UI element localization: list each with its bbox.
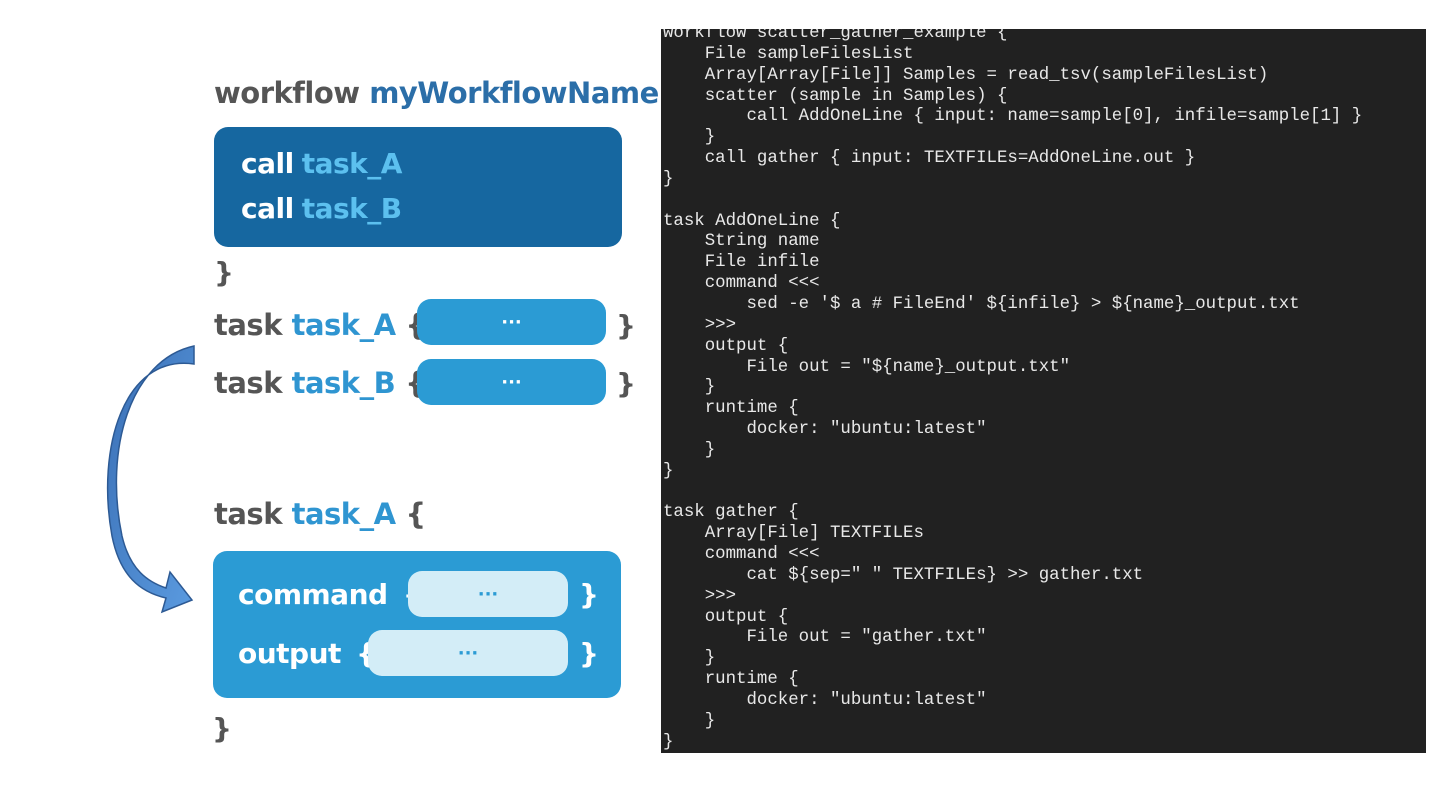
command-label: command {	[238, 578, 423, 611]
call-keyword: call	[241, 192, 294, 225]
code-line: command <<<	[663, 274, 820, 294]
code-line: call gather { input: TEXTFILEs=AddOneLin…	[663, 149, 1196, 169]
workflow-keyword: workflow	[214, 76, 360, 110]
code-line: }	[663, 732, 674, 752]
detail-task-header: task task_A {	[214, 497, 426, 531]
code-line: runtime {	[663, 399, 799, 419]
expand-arrow-icon	[106, 345, 195, 614]
code-line: }	[663, 378, 716, 398]
command-keyword: command	[238, 578, 388, 611]
output-body-pill: ···	[368, 630, 568, 676]
task-keyword: task	[214, 497, 282, 531]
task-b-body-pill: ···	[417, 359, 606, 405]
code-line: }	[663, 461, 674, 481]
code-block: workflow scatter_gather_example { File s…	[663, 29, 1362, 753]
code-line: workflow scatter_gather_example {	[663, 29, 1008, 43]
task-a-close-brace: }	[616, 309, 636, 342]
code-line: Array[File] TEXTFILEs	[663, 524, 924, 544]
detail-close-brace: }	[212, 712, 232, 745]
command-body-pill: ···	[408, 571, 568, 617]
code-line: task gather {	[663, 503, 799, 523]
code-line: sed -e '$ a # FileEnd' ${infile} > ${nam…	[663, 294, 1300, 314]
code-line: String name	[663, 232, 820, 252]
code-line: output {	[663, 607, 789, 627]
command-close-brace: }	[579, 578, 599, 611]
code-line: >>>	[663, 315, 737, 335]
call-task-name: task_B	[301, 192, 402, 225]
task-b-close-brace: }	[616, 367, 636, 400]
wdl-code-panel: workflow scatter_gather_example { File s…	[661, 29, 1426, 753]
code-line: command <<<	[663, 545, 820, 565]
task-detail-block: command { ··· } output { ··· }	[213, 551, 621, 698]
task-row-b: task task_B{	[214, 366, 426, 400]
code-line: }	[663, 169, 674, 189]
code-line: File out = "${name}_output.txt"	[663, 357, 1071, 377]
code-line: Array[Array[File]] Samples = read_tsv(sa…	[663, 65, 1269, 85]
task-a-body-pill: ···	[417, 299, 606, 345]
code-line: output {	[663, 336, 789, 356]
code-line: }	[663, 440, 716, 460]
code-line: docker: "ubuntu:latest"	[663, 691, 987, 710]
call-line-a: call task_A	[241, 147, 402, 180]
code-line: docker: "ubuntu:latest"	[663, 420, 987, 440]
task-name: task_A	[291, 308, 396, 342]
task-row-a: task task_A{	[214, 308, 426, 342]
code-line: runtime {	[663, 670, 799, 690]
code-line: File infile	[663, 253, 820, 273]
call-keyword: call	[241, 147, 294, 180]
code-line: task AddOneLine {	[663, 211, 841, 231]
task-name: task_A	[291, 497, 396, 531]
code-line: cat ${sep=" " TEXTFILEs} >> gather.txt	[663, 565, 1144, 585]
task-keyword: task	[214, 308, 282, 342]
code-line: }	[663, 649, 716, 669]
code-line: scatter (sample in Samples) {	[663, 86, 1008, 106]
code-line: File sampleFilesList	[663, 44, 914, 64]
task-name: task_B	[291, 366, 396, 400]
workflow-call-block: call task_A call task_B	[214, 127, 622, 247]
output-keyword: output	[238, 637, 341, 670]
workflow-name: myWorkflowName	[369, 76, 659, 110]
task-open-brace: {	[405, 497, 427, 531]
code-line: call AddOneLine { input: name=sample[0],…	[663, 107, 1363, 127]
code-line: }	[663, 128, 716, 148]
call-task-name: task_A	[301, 147, 403, 180]
code-line: >>>	[663, 586, 737, 606]
workflow-header: workflow myWorkflowName{	[214, 76, 689, 110]
call-line-b: call task_B	[241, 192, 402, 225]
output-label: output {	[238, 637, 376, 670]
workflow-close-brace: }	[214, 256, 234, 289]
code-line: File out = "gather.txt"	[663, 628, 987, 648]
code-line: }	[663, 711, 716, 731]
output-close-brace: }	[579, 637, 599, 670]
task-keyword: task	[214, 366, 282, 400]
